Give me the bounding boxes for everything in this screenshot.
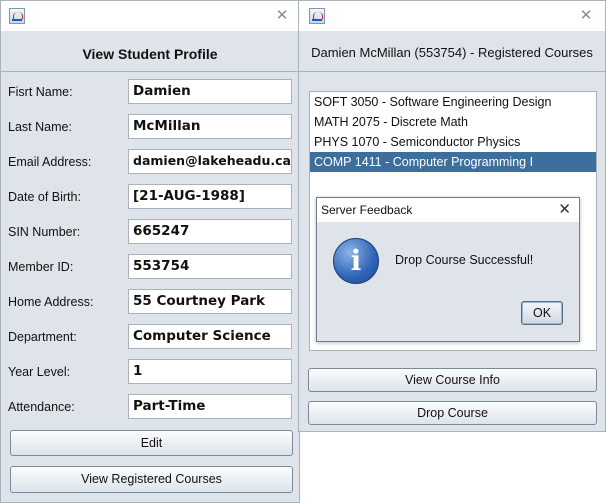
list-item[interactable]: SOFT 3050 - Software Engineering Design: [310, 92, 596, 112]
close-icon[interactable]: ✕: [577, 6, 595, 24]
year-level-label: Year Level:: [8, 365, 71, 379]
member-id-row: Member ID: 553754: [1, 254, 299, 282]
dialog-message: Drop Course Successful!: [395, 253, 534, 267]
student-profile-window: ✕ View Student Profile Fisrt Name: Damie…: [0, 0, 300, 503]
sin-number-field[interactable]: 665247: [128, 219, 292, 244]
first-name-field[interactable]: Damien: [128, 79, 292, 104]
profile-panel-title: View Student Profile: [82, 46, 218, 62]
date-of-birth-label: Date of Birth:: [8, 190, 81, 204]
department-row: Department: Computer Science: [1, 324, 299, 352]
dialog-title: Server Feedback: [321, 203, 413, 217]
attendance-row: Attendance: Part-Time: [1, 394, 299, 422]
department-label: Department:: [8, 330, 77, 344]
ok-button[interactable]: OK: [521, 301, 563, 325]
sin-number-row: SIN Number: 665247: [1, 219, 299, 247]
profile-title-bar: ✕: [1, 1, 299, 31]
courses-panel-title: Damien McMillan (553754) - Registered Co…: [311, 45, 593, 60]
home-address-field[interactable]: 55 Courtney Park: [128, 289, 292, 314]
home-address-label: Home Address:: [8, 295, 94, 309]
first-name-label: Fisrt Name:: [8, 85, 73, 99]
year-level-field[interactable]: 1: [128, 359, 292, 384]
last-name-row: Last Name: McMillan: [1, 114, 299, 142]
view-registered-courses-button[interactable]: View Registered Courses: [10, 466, 293, 493]
member-id-field[interactable]: 553754: [128, 254, 292, 279]
java-app-icon: [9, 8, 25, 24]
list-item[interactable]: PHYS 1070 - Semiconductor Physics: [310, 132, 596, 152]
close-icon[interactable]: ✕: [273, 6, 291, 24]
member-id-label: Member ID:: [8, 260, 74, 274]
courses-divider: [299, 71, 605, 72]
sin-number-label: SIN Number:: [8, 225, 81, 239]
year-level-row: Year Level: 1: [1, 359, 299, 387]
attendance-field[interactable]: Part-Time: [128, 394, 292, 419]
email-field[interactable]: damien@lakeheadu.ca: [128, 149, 292, 174]
department-field[interactable]: Computer Science: [128, 324, 292, 349]
email-row: Email Address: damien@lakeheadu.ca: [1, 149, 299, 177]
courses-title-bar: ✕: [299, 1, 605, 31]
first-name-row: Fisrt Name: Damien: [1, 79, 299, 107]
last-name-label: Last Name:: [8, 120, 72, 134]
close-icon[interactable]: ✕: [558, 200, 571, 218]
attendance-label: Attendance:: [8, 400, 75, 414]
list-item[interactable]: MATH 2075 - Discrete Math: [310, 112, 596, 132]
info-icon: i: [333, 238, 379, 284]
last-name-field[interactable]: McMillan: [128, 114, 292, 139]
server-feedback-dialog: Server Feedback ✕ i Drop Course Successf…: [316, 197, 580, 342]
java-app-icon: [309, 8, 325, 24]
date-of-birth-field[interactable]: [21-AUG-1988]: [128, 184, 292, 209]
edit-button[interactable]: Edit: [10, 430, 293, 456]
date-of-birth-row: Date of Birth: [21-AUG-1988]: [1, 184, 299, 212]
view-course-info-button[interactable]: View Course Info: [308, 368, 597, 392]
email-label: Email Address:: [8, 155, 92, 169]
dialog-title-bar: Server Feedback ✕: [317, 198, 579, 222]
profile-divider: [1, 71, 299, 72]
list-item-selected[interactable]: COMP 1411 - Computer Programming I: [310, 152, 596, 172]
drop-course-button[interactable]: Drop Course: [308, 401, 597, 425]
home-address-row: Home Address: 55 Courtney Park: [1, 289, 299, 317]
